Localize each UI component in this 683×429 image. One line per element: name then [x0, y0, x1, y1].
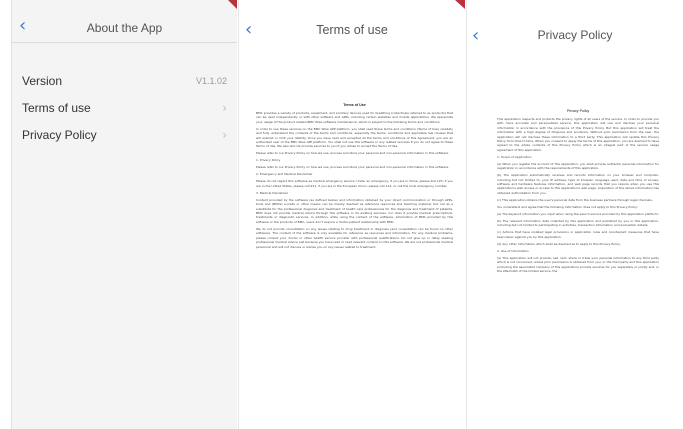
privacy-header: ‹ Privacy Policy: [467, 0, 683, 45]
chevron-right-icon: ›: [222, 127, 227, 142]
version-value: V1.1.02: [195, 75, 227, 86]
privacy-screen: ‹ Privacy Policy Privacy Policy This app…: [466, 0, 683, 429]
about-screen: ‹ About the App Version V1.1.02 Terms of…: [11, 0, 237, 429]
terms-paragraph: 1. Privacy Policy: [256, 158, 281, 163]
terms-paragraph: In order to use these services on the BM…: [256, 126, 453, 149]
privacy-paragraph: 1. Scope of Application: [497, 154, 532, 159]
terms-header: ‹ Terms of use: [239, 0, 465, 42]
about-header: ‹ About the App: [12, 0, 237, 42]
terms-paragraph: 3. Medical Disclaimer: [256, 190, 289, 195]
privacy-paragraph: (a) This application will not provide, s…: [497, 255, 659, 273]
privacy-paragraph: (b) The application automatically receiv…: [497, 173, 659, 195]
terms-document[interactable]: Terms of Use BMC provides a variety of p…: [256, 103, 453, 252]
privacy-document[interactable]: Privacy Policy This application respects…: [497, 109, 659, 276]
terms-title: Terms of use: [316, 23, 388, 37]
privacy-policy-label: Privacy Policy: [22, 127, 97, 142]
privacy-doc-title: Privacy Policy: [566, 109, 590, 113]
terms-paragraph: Please refer to our Privacy Policy on ho…: [256, 165, 450, 170]
privacy-title: Privacy Policy: [537, 28, 613, 42]
privacy-policy-row[interactable]: Privacy Policy ›: [12, 121, 237, 148]
terms-paragraph: Please refer to our Privacy Policy on ho…: [256, 151, 450, 156]
privacy-paragraph: You understand and agree that the follow…: [497, 204, 638, 209]
header-divider: [12, 42, 237, 43]
about-title: About the App: [86, 21, 163, 35]
version-row: Version V1.1.02: [12, 67, 237, 94]
terms-paragraph: Please do not regard this software as me…: [256, 179, 453, 188]
about-menu: Version V1.1.02 Terms of use › Privacy P…: [12, 67, 237, 148]
privacy-paragraph: (a) When you register the account of thi…: [497, 161, 659, 171]
version-label: Version: [22, 73, 63, 88]
privacy-paragraph: (a) The keyword information you input wh…: [497, 211, 659, 216]
terms-paragraph: BMC provides a variety of products, equi…: [256, 111, 453, 124]
terms-screen: ‹ Terms of use Terms of Use BMC provides…: [238, 0, 465, 429]
privacy-paragraph: (d) Any other information which shall be…: [497, 241, 621, 246]
terms-of-use-label: Terms of use: [22, 100, 91, 115]
privacy-paragraph: (c) This application obtains the user's …: [497, 197, 653, 202]
terms-of-use-row[interactable]: Terms of use ›: [12, 94, 237, 121]
privacy-paragraph: (b) The relevant information data collec…: [497, 218, 659, 228]
terms-doc-title: Terms of Use: [343, 103, 366, 107]
privacy-paragraph: This application respects and protects t…: [497, 117, 659, 152]
chevron-right-icon: ›: [222, 100, 227, 115]
terms-paragraph: Content provided by the software (as def…: [256, 197, 453, 224]
terms-paragraph: We do not provide consultation on any is…: [256, 226, 453, 249]
privacy-paragraph: (c) Actions that have violated legal pro…: [497, 230, 659, 239]
privacy-paragraph: 2. Use of Information: [497, 248, 529, 253]
terms-paragraph: 2. Emergency and Medical Disclaimer: [256, 172, 313, 177]
